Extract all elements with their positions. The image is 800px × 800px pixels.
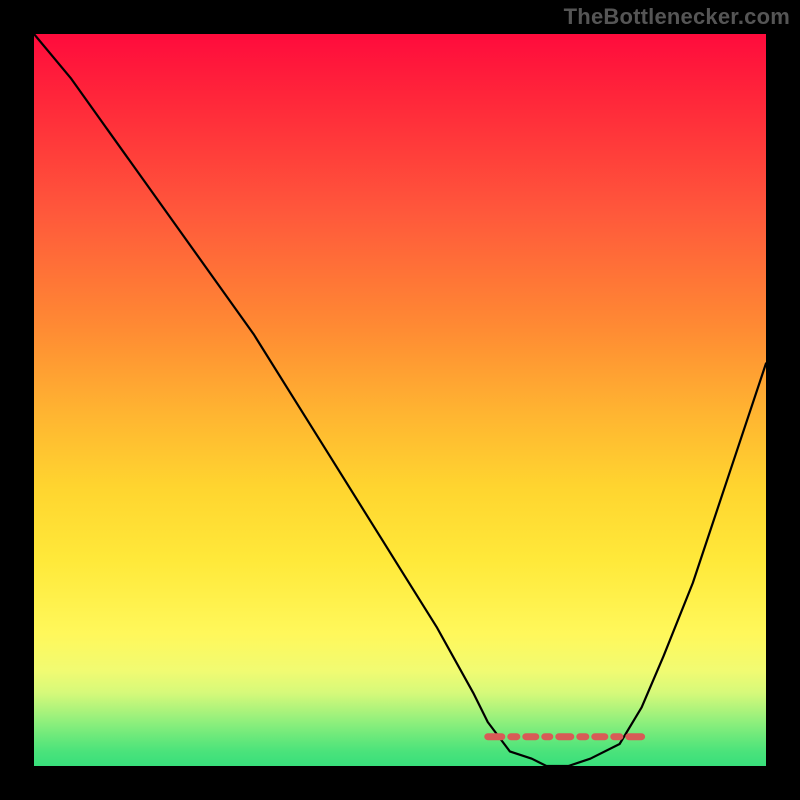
watermark-text: TheBottlenecker.com (564, 4, 790, 30)
chart-overlay (34, 34, 766, 766)
bottleneck-curve (34, 34, 766, 766)
